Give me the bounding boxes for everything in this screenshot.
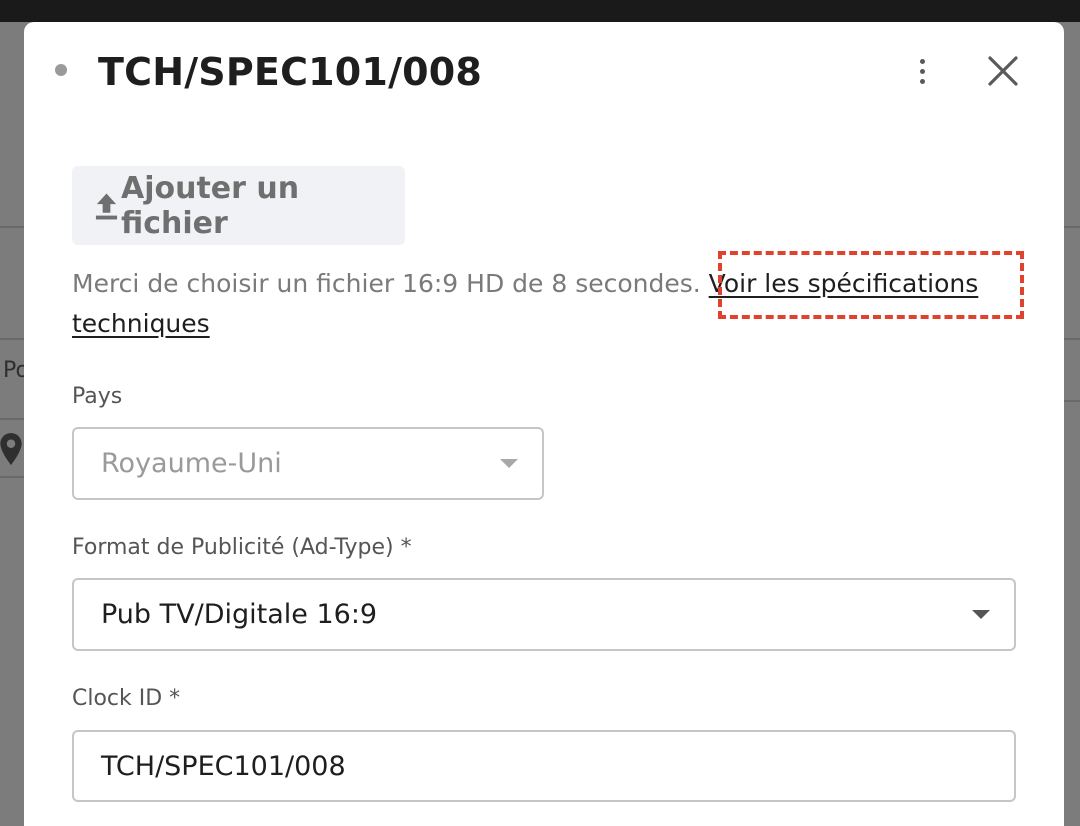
background-divider <box>1064 338 1080 340</box>
chevron-down-icon <box>972 610 990 619</box>
add-file-label: Ajouter un fichier <box>121 170 300 241</box>
chevron-down-icon <box>500 459 518 468</box>
background-divider <box>0 226 24 228</box>
background-divider <box>1064 226 1080 228</box>
status-dot <box>55 64 67 76</box>
close-icon[interactable] <box>984 52 1022 90</box>
background-divider <box>0 338 24 340</box>
clock-id-label: Clock ID * <box>72 686 181 711</box>
ad-format-value: Pub TV/Digitale 16:9 <box>101 599 378 630</box>
country-label: Pays <box>72 384 123 409</box>
clock-id-input[interactable]: TCH/SPEC101/008 <box>72 730 1016 802</box>
highlight-box <box>718 251 1024 319</box>
file-requirements-text: Merci de choisir un fichier 16:9 HD de 8… <box>72 269 701 298</box>
location-pin-icon <box>0 433 22 465</box>
background-divider <box>1064 400 1080 402</box>
ad-format-select[interactable]: Pub TV/Digitale 16:9 <box>72 578 1016 651</box>
ad-format-label: Format de Publicité (Ad-Type) * <box>72 535 412 560</box>
country-select[interactable]: Royaume-Uni <box>72 427 544 500</box>
clock-id-value: TCH/SPEC101/008 <box>101 750 346 782</box>
upload-icon <box>95 193 118 219</box>
modal-dialog: TCH/SPEC101/008 Ajouter un fichier Merci… <box>24 22 1064 826</box>
country-value: Royaume-Uni <box>101 448 282 479</box>
add-file-button[interactable]: Ajouter un fichier <box>72 166 405 245</box>
more-vertical-icon[interactable] <box>908 54 936 88</box>
modal-title: TCH/SPEC101/008 <box>98 50 483 94</box>
